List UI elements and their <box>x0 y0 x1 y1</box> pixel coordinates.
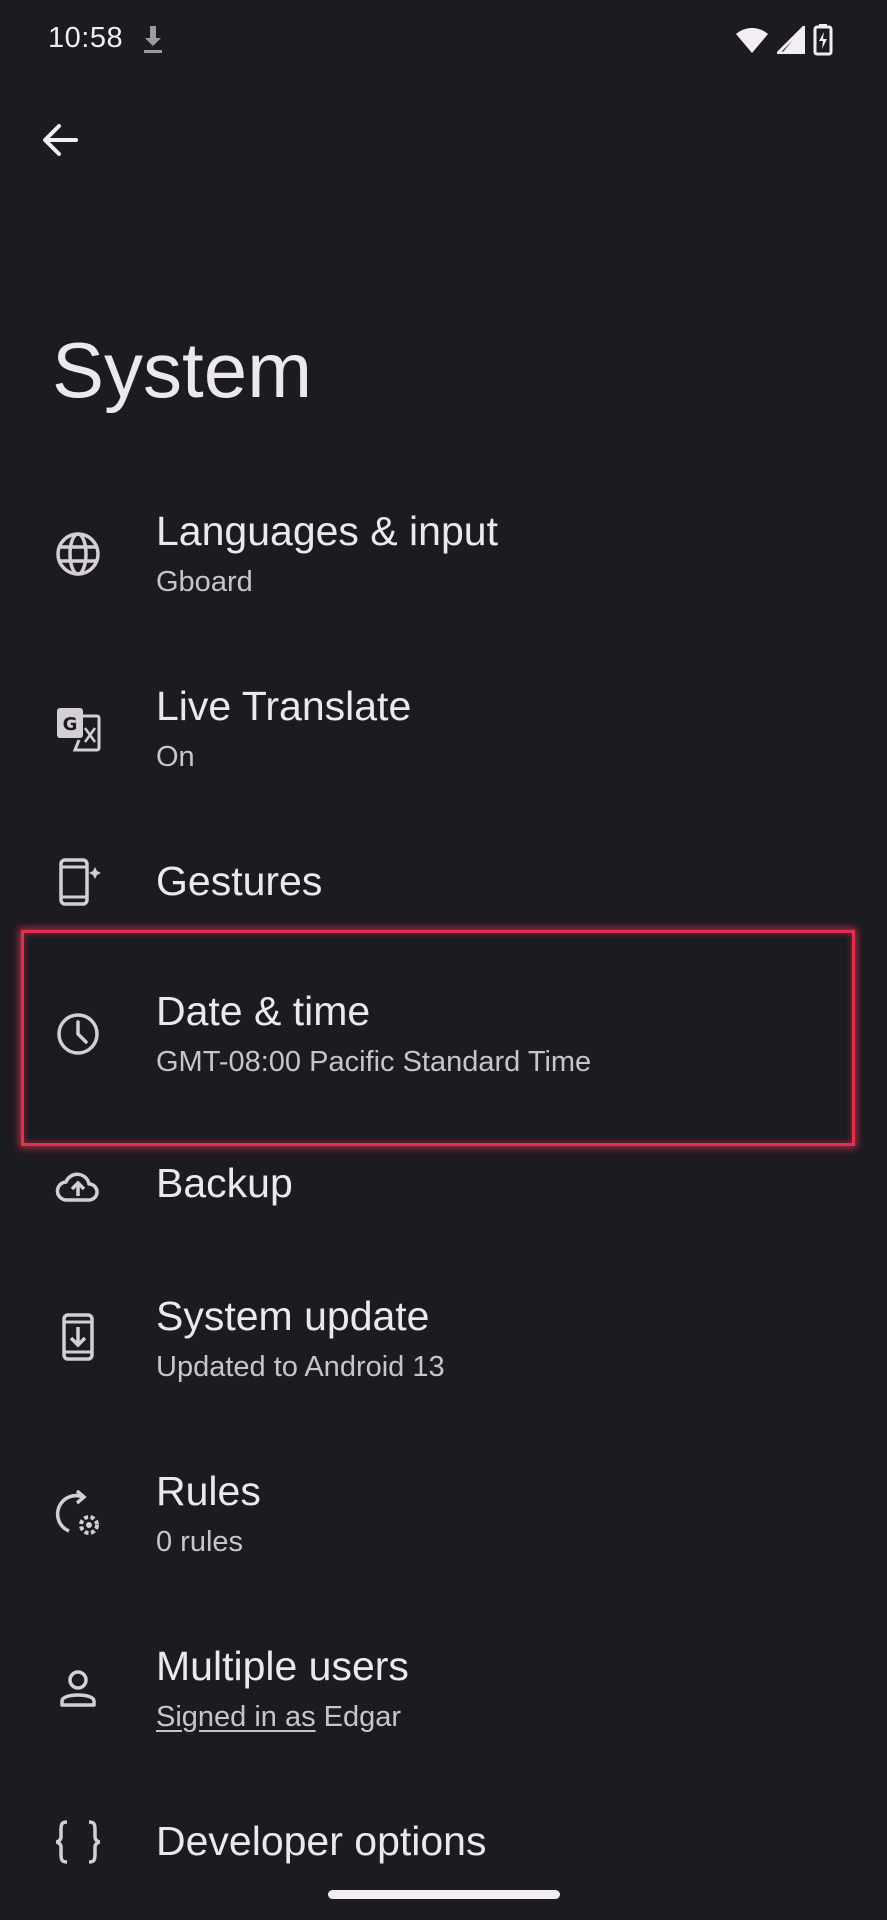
cloud-upload-icon <box>50 1158 106 1214</box>
settings-item-gestures[interactable]: Gestures <box>0 840 887 925</box>
wifi-icon <box>735 26 769 54</box>
person-icon <box>50 1661 106 1717</box>
item-subtitle: Updated to Android 13 <box>156 1351 445 1383</box>
status-time: 10:58 <box>48 22 124 54</box>
item-subtitle: Signed in as Edgar <box>156 1701 401 1734</box>
signed-in-link[interactable]: Signed in as <box>156 1701 316 1733</box>
item-title: Backup <box>156 1160 293 1206</box>
settings-item-system-update[interactable]: System update Updated to Android 13 <box>0 1275 887 1405</box>
settings-item-backup[interactable]: Backup <box>0 1150 887 1230</box>
user-name: Edgar <box>315 1701 402 1733</box>
globe-icon <box>50 526 106 582</box>
item-subtitle: Gboard <box>156 566 253 598</box>
status-bar: 10:58 <box>0 0 887 80</box>
code-braces-icon <box>50 1814 106 1870</box>
item-title: Languages & input <box>156 508 498 554</box>
settings-item-languages[interactable]: Languages & input Gboard <box>0 490 887 620</box>
gestures-phone-icon <box>50 854 106 910</box>
download-icon <box>140 22 166 56</box>
translate-icon: G <box>50 701 106 757</box>
item-title: Rules <box>156 1468 261 1514</box>
page-title: System <box>52 326 313 414</box>
cellular-signal-icon <box>777 26 805 54</box>
item-title: System update <box>156 1293 430 1339</box>
settings-item-live-translate[interactable]: G Live Translate On <box>0 665 887 795</box>
item-title: Gestures <box>156 858 323 904</box>
settings-item-date-time[interactable]: Date & time GMT-08:00 Pacific Standard T… <box>0 970 887 1100</box>
item-title: Live Translate <box>156 683 412 729</box>
item-title: Date & time <box>156 988 371 1034</box>
settings-item-multiple-users[interactable]: Multiple users Signed in as Edgar <box>0 1625 887 1755</box>
settings-item-developer-options[interactable]: Developer options <box>0 1800 887 1885</box>
clock-icon <box>50 1006 106 1062</box>
settings-item-rules[interactable]: Rules 0 rules <box>0 1450 887 1580</box>
item-title: Developer options <box>156 1818 487 1864</box>
svg-text:G: G <box>63 714 78 735</box>
back-button[interactable] <box>28 108 92 172</box>
arrow-back-icon <box>40 122 80 158</box>
item-subtitle: 0 rules <box>156 1526 244 1558</box>
system-update-icon <box>50 1309 106 1365</box>
gesture-nav-handle[interactable] <box>328 1890 560 1899</box>
status-icons <box>735 24 833 56</box>
item-subtitle: GMT-08:00 Pacific Standard Time <box>156 1046 592 1078</box>
rules-icon <box>50 1486 106 1542</box>
item-subtitle: On <box>156 741 195 773</box>
item-title: Multiple users <box>156 1643 409 1689</box>
battery-charging-icon <box>813 24 833 56</box>
